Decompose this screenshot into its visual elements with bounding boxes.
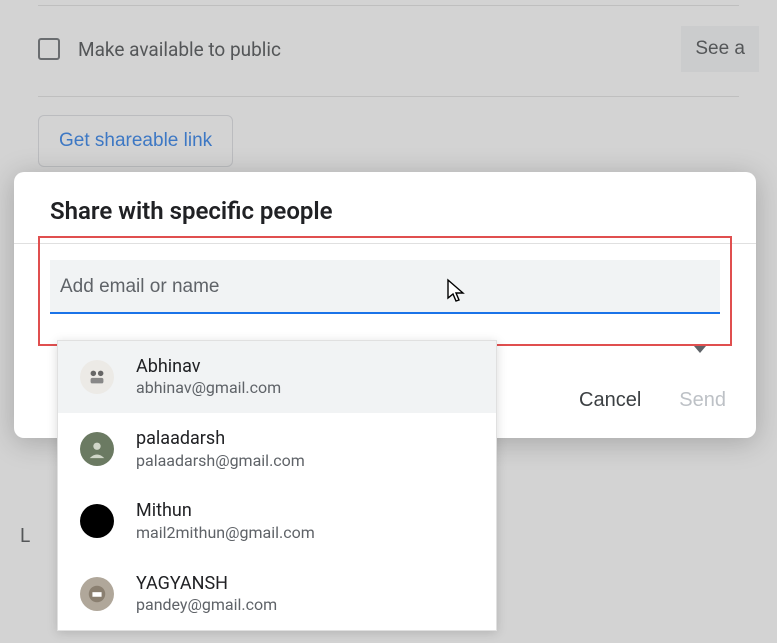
avatar: [80, 432, 114, 466]
chevron-down-icon: [694, 346, 706, 353]
cancel-button[interactable]: Cancel: [579, 389, 641, 412]
suggestions-dropdown: Abhinav abhinav@gmail.com palaadarsh pal…: [57, 340, 497, 631]
avatar: [80, 504, 114, 538]
suggestion-item[interactable]: Mithun mail2mithun@gmail.com: [58, 485, 496, 557]
suggestion-item[interactable]: YAGYANSH pandey@gmail.com: [58, 558, 496, 630]
share-dialog: Share with specific people Cancel Send A…: [14, 172, 756, 438]
dialog-title: Share with specific people: [14, 197, 756, 243]
send-button[interactable]: Send: [679, 389, 726, 412]
suggestion-name: Abhinav: [136, 355, 281, 378]
suggestion-email: mail2mithun@gmail.com: [136, 523, 315, 544]
avatar: [80, 577, 114, 611]
suggestion-name: palaadarsh: [136, 427, 305, 450]
suggestion-email: abhinav@gmail.com: [136, 378, 281, 399]
suggestion-email: palaadarsh@gmail.com: [136, 451, 305, 472]
suggestion-item[interactable]: Abhinav abhinav@gmail.com: [58, 341, 496, 413]
email-name-input[interactable]: [50, 260, 720, 314]
suggestion-name: YAGYANSH: [136, 572, 277, 595]
avatar: [80, 360, 114, 394]
suggestion-item[interactable]: palaadarsh palaadarsh@gmail.com: [58, 413, 496, 485]
suggestion-email: pandey@gmail.com: [136, 595, 277, 616]
suggestion-name: Mithun: [136, 499, 315, 522]
